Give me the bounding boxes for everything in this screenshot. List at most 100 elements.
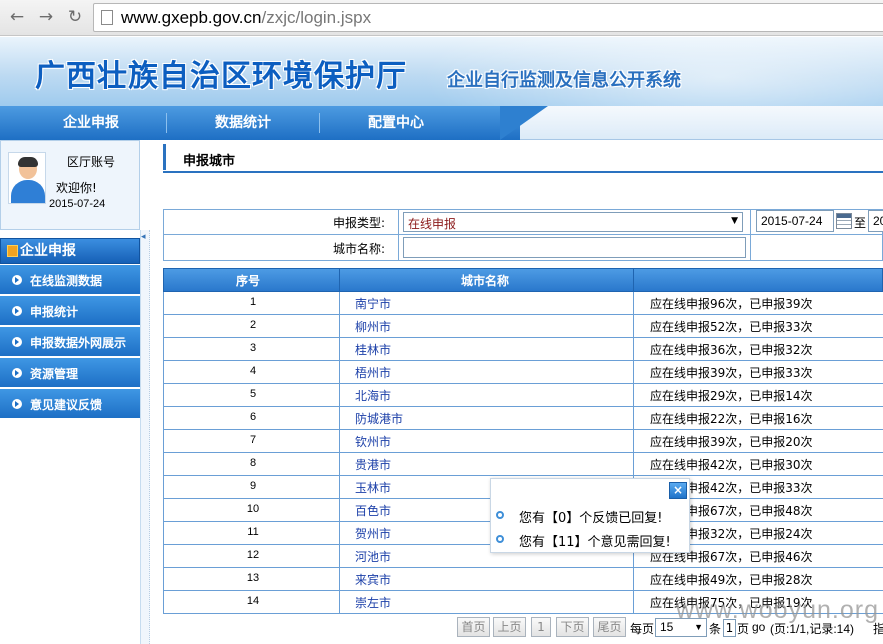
form-divider [398, 209, 399, 261]
site-title: 广西壮族自治区环境保护厅 [35, 59, 407, 94]
avatar-body [11, 180, 45, 203]
city-name-input[interactable] [403, 237, 746, 258]
bullet-icon [12, 368, 22, 378]
avatar [8, 152, 46, 204]
address-bar[interactable]: www.gxepb.gov.cn/zxjc/login.jspx [93, 3, 883, 32]
sidebar-item-public-display[interactable]: 申报数据外网展示 [0, 327, 140, 357]
city-link[interactable]: 来宾市 [355, 571, 391, 588]
cell-divider [633, 338, 634, 361]
cell-divider [339, 522, 340, 545]
nav-separator [166, 113, 167, 133]
report-stat: 应在线申报36次，已申报32次 [650, 343, 813, 357]
report-stat: 应在线申报96次，已申报39次 [650, 297, 813, 311]
collapse-arrow-icon[interactable]: ◂ [141, 232, 149, 242]
form-divider [163, 234, 883, 235]
city-link[interactable]: 玉林市 [355, 479, 391, 496]
city-link[interactable]: 桂林市 [355, 341, 391, 358]
table-row: 13 来宾市 应在线申报49次，已申报28次 [163, 568, 883, 591]
current-page-button[interactable]: 1 [531, 617, 551, 637]
row-index: 3 [249, 342, 257, 354]
sidebar-item-report-stats[interactable]: 申报统计 [0, 296, 140, 326]
row-index: 5 [249, 388, 257, 400]
bullet-icon [12, 337, 22, 347]
main-nav: 企业申报 数据统计 配置中心 [0, 106, 883, 140]
sidebar-collapse-strip[interactable] [140, 230, 150, 644]
city-link[interactable]: 南宁市 [355, 295, 391, 312]
date-from-input[interactable]: 2015-07-24 [756, 210, 834, 232]
notification-text: 您有【11】个意见需回复! [519, 535, 671, 550]
row-index: 4 [249, 365, 257, 377]
content-title-mark [163, 144, 166, 170]
chevron-down-icon: ▼ [731, 216, 738, 226]
cell-divider [633, 407, 634, 430]
row-index: 7 [249, 434, 257, 446]
bullet-icon [12, 306, 22, 316]
last-page-button[interactable]: 尾页 [593, 617, 626, 637]
sidebar-item-label: 意见建议反馈 [30, 398, 103, 412]
sidebar-item-online-monitoring[interactable]: 在线监测数据 [0, 265, 140, 295]
table-row: 3 桂林市 应在线申报36次，已申报32次 [163, 338, 883, 361]
folder-icon [7, 245, 18, 257]
cell-divider [633, 430, 634, 453]
close-icon[interactable]: × [669, 482, 687, 499]
city-link[interactable]: 防城港市 [355, 410, 403, 427]
cell-divider [633, 292, 634, 315]
report-stat: 应在线申报42次，已申报30次 [650, 458, 813, 472]
row-index: 8 [249, 457, 257, 469]
report-type-select[interactable]: 在线申报 ▼ [403, 212, 743, 232]
back-arrow-icon[interactable]: ← [6, 6, 28, 28]
sidebar-item-feedback[interactable]: 意见建议反馈 [0, 389, 140, 419]
first-page-button[interactable]: 首页 [457, 617, 490, 637]
forward-arrow-icon[interactable]: → [35, 6, 57, 28]
next-page-button[interactable]: 下页 [556, 617, 589, 637]
calendar-icon[interactable] [836, 213, 852, 229]
welcome-text: 欢迎你! [56, 181, 97, 195]
user-panel: 区厅账号 欢迎你! 2015-07-24 [0, 140, 140, 230]
row-index: 9 [249, 480, 257, 492]
row-index: 12 [246, 549, 260, 561]
sidebar-heading-text: 企业申报 [20, 243, 76, 259]
bullet-icon [496, 511, 504, 519]
column-header-index: 序号 [236, 274, 261, 288]
table-row: 2 柳州市 应在线申报52次，已申报33次 [163, 315, 883, 338]
table-row: 5 北海市 应在线申报29次，已申报14次 [163, 384, 883, 407]
city-link[interactable]: 贵港市 [355, 456, 391, 473]
nav-item-statistics[interactable]: 数据统计 [182, 106, 304, 140]
cell-divider [339, 315, 340, 338]
city-link[interactable]: 梧州市 [355, 364, 391, 381]
cell-divider [339, 591, 340, 614]
city-name-label: 城市名称: [333, 242, 386, 256]
cell-divider [633, 453, 634, 476]
notification-text: 您有【0】个反馈已回复! [519, 511, 663, 526]
row-index: 13 [246, 572, 260, 584]
sidebar-item-label: 在线监测数据 [30, 274, 103, 288]
row-index: 2 [249, 319, 257, 331]
row-index: 10 [246, 503, 260, 515]
city-link[interactable]: 百色市 [355, 502, 391, 519]
form-divider [750, 209, 751, 261]
prev-page-button[interactable]: 上页 [493, 617, 526, 637]
city-link[interactable]: 崇左市 [355, 594, 391, 611]
sidebar-item-label: 申报数据外网展示 [30, 336, 127, 350]
nav-item-config[interactable]: 配置中心 [335, 106, 457, 140]
city-link[interactable]: 钦州市 [355, 433, 391, 450]
sidebar-item-label: 申报统计 [30, 305, 79, 319]
city-link[interactable]: 河池市 [355, 548, 391, 565]
bullet-icon [12, 399, 22, 409]
login-date: 2015-07-24 [49, 198, 106, 210]
reload-icon[interactable]: ↻ [64, 6, 86, 28]
bullet-icon [12, 275, 22, 285]
cell-divider [633, 591, 634, 614]
city-link[interactable]: 北海市 [355, 387, 391, 404]
cell-divider [339, 361, 340, 384]
table-row: 7 钦州市 应在线申报39次，已申报20次 [163, 430, 883, 453]
sidebar-item-resources[interactable]: 资源管理 [0, 358, 140, 388]
cell-divider [339, 568, 340, 591]
cell-divider [339, 338, 340, 361]
watermark: www.wooyun.org [676, 596, 879, 624]
date-to-input[interactable]: 20 [868, 210, 883, 232]
city-link[interactable]: 贺州市 [355, 525, 391, 542]
table-row: 1 南宁市 应在线申报96次，已申报39次 [163, 292, 883, 315]
city-link[interactable]: 柳州市 [355, 318, 391, 335]
nav-item-enterprise-report[interactable]: 企业申报 [30, 106, 152, 140]
